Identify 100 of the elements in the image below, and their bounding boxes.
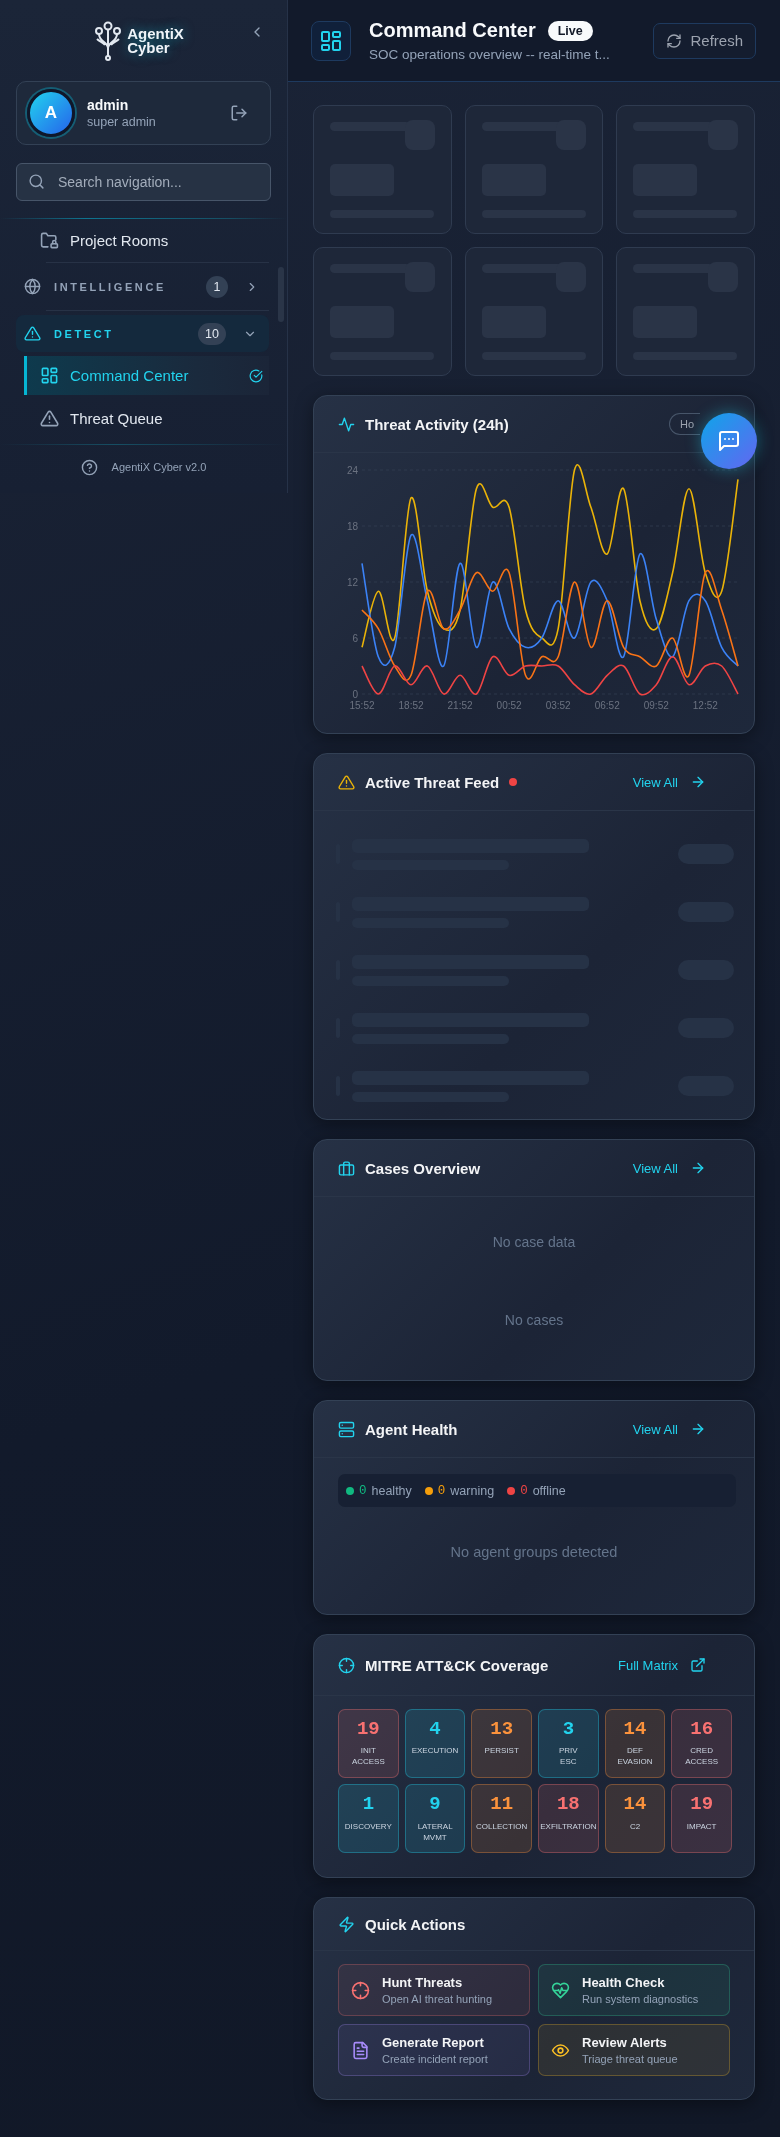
- tactic-tile[interactable]: 11 COLLECTION: [471, 1784, 532, 1853]
- tactic-label: EXFILTRATION: [540, 1821, 597, 1832]
- quick-action-button[interactable]: Health Check Run system diagnostics: [538, 1964, 730, 2016]
- tactic-count: 3: [562, 1718, 575, 1740]
- help-icon: [80, 458, 98, 476]
- axis-tick-label: 15:52: [349, 700, 375, 711]
- activity-icon: [338, 415, 355, 433]
- axis-tick-label: 03:52: [545, 700, 571, 711]
- view-all-link[interactable]: View All: [632, 1158, 730, 1178]
- card-title: Threat Activity (24h): [365, 415, 509, 433]
- chat-icon: [717, 429, 741, 453]
- card-title: Agent Health: [365, 1420, 458, 1438]
- tactic-label: INIT ACCESS: [351, 1745, 385, 1767]
- logo-text: AgentiX Cyber: [127, 26, 184, 55]
- axis-tick-label: 18: [346, 521, 358, 532]
- heart-pulse-icon: [551, 1980, 570, 2000]
- user-role: super admin: [87, 115, 156, 129]
- tactic-label: EXECUTION: [411, 1745, 459, 1756]
- view-all-link[interactable]: View All: [632, 1419, 730, 1439]
- quick-action-button[interactable]: Review Alerts Triage threat queue: [538, 2024, 730, 2076]
- warning-icon: [338, 773, 355, 791]
- tactic-label: LATERAL MVMT: [417, 1821, 453, 1843]
- status-label: healthy: [371, 1483, 412, 1498]
- tactic-count: 4: [429, 1718, 441, 1740]
- briefcase-icon: [338, 1159, 355, 1177]
- empty-message: No agent groups detected: [450, 1544, 618, 1560]
- axis-tick-label: 18:52: [398, 700, 424, 711]
- globe-icon: [24, 278, 41, 295]
- count-badge: 10: [198, 322, 226, 345]
- logout-icon[interactable]: [230, 104, 248, 122]
- axis-tick-label: 00:52: [496, 700, 522, 711]
- view-all-link[interactable]: View All: [632, 772, 730, 792]
- refresh-button[interactable]: Refresh: [653, 22, 756, 59]
- tactic-tile[interactable]: 4 EXECUTION: [404, 1709, 466, 1778]
- count-badge: 1: [206, 275, 228, 298]
- tactic-tile[interactable]: 14 DEF EVASION: [604, 1709, 666, 1778]
- axis-tick-label: 12: [346, 577, 358, 588]
- axis-tick-label: 24: [346, 465, 358, 476]
- tactic-tile[interactable]: 16 CRED ACCESS: [671, 1709, 732, 1778]
- check-circle-icon: [249, 368, 263, 383]
- arrow-icon: [690, 774, 706, 790]
- tactic-label: PERSIST: [484, 1745, 519, 1756]
- tactic-count: 9: [429, 1793, 441, 1815]
- tactic-tile[interactable]: 19 IMPACT: [671, 1784, 732, 1853]
- server-icon: [338, 1420, 355, 1438]
- nav-section[interactable]: INTELLIGENCE 1: [0, 263, 271, 310]
- crosshair-icon: [338, 1656, 355, 1674]
- tactic-label: IMPACT: [686, 1821, 717, 1832]
- full-matrix-link[interactable]: Full Matrix: [618, 1655, 730, 1675]
- tactic-label: CRED ACCESS: [685, 1745, 719, 1767]
- page-title: Command Center: [369, 19, 536, 42]
- tactic-label: DISCOVERY: [344, 1821, 392, 1832]
- tactic-count: 19: [356, 1718, 380, 1740]
- nav-item[interactable]: Threat Queue: [24, 399, 269, 438]
- dashboard-icon: [319, 28, 343, 53]
- lightning-icon: [338, 1915, 355, 1933]
- quick-action-button[interactable]: Hunt Threats Open AI threat hunting: [338, 1964, 530, 2016]
- tactic-tile[interactable]: 14 C2: [604, 1784, 666, 1853]
- axis-tick-label: 09:52: [643, 700, 669, 711]
- status-count: 0: [359, 1483, 367, 1498]
- empty-message: No cases: [504, 1312, 564, 1328]
- tactic-count: 16: [690, 1718, 714, 1740]
- tactic-tile[interactable]: 9 LATERAL MVMT: [404, 1784, 466, 1853]
- nav-item[interactable]: Project Rooms: [0, 219, 287, 262]
- axis-tick-label: 12:52: [692, 700, 718, 711]
- tactic-label: C2: [629, 1821, 641, 1832]
- refresh-icon: [666, 32, 683, 49]
- search-field[interactable]: Search navigation...: [16, 163, 271, 201]
- tactic-tile[interactable]: 1 DISCOVERY: [338, 1784, 399, 1853]
- page-subtitle: SOC operations overview -- real-time t...: [369, 47, 610, 62]
- tactic-label: DEF EVASION: [617, 1745, 653, 1767]
- quick-action-button[interactable]: Generate Report Create incident report: [338, 2024, 530, 2076]
- nav-item[interactable]: Command Center: [24, 356, 269, 395]
- status-count: 0: [520, 1483, 528, 1498]
- avatar: A: [27, 89, 75, 137]
- tactic-tile[interactable]: 13 PERSIST: [471, 1709, 532, 1778]
- axis-tick-label: 06:52: [594, 700, 620, 711]
- tactic-count: 19: [690, 1793, 714, 1815]
- version-text: AgentiX Cyber v2.0: [111, 461, 207, 473]
- status-label: warning: [450, 1483, 495, 1498]
- status-label: offline: [532, 1483, 566, 1498]
- empty-message: No case data: [492, 1234, 576, 1250]
- external-link-icon: [690, 1657, 706, 1673]
- tactic-count: 18: [556, 1793, 580, 1815]
- tactic-count: 1: [362, 1793, 375, 1815]
- user-name: admin: [87, 97, 130, 113]
- tactic-label: PRIV ESC: [559, 1745, 578, 1767]
- section-label: INTELLIGENCE: [54, 280, 166, 293]
- tactic-tile[interactable]: 3 PRIV ESC: [538, 1709, 599, 1778]
- tactic-tile[interactable]: 19 INIT ACCESS: [338, 1709, 399, 1778]
- axis-tick-label: 21:52: [447, 700, 473, 711]
- tactic-count: 14: [623, 1718, 647, 1740]
- axis-tick-label: 6: [352, 633, 358, 644]
- axis-tick-label: 0: [352, 689, 358, 700]
- folder-icon: [40, 231, 59, 250]
- tactic-tile[interactable]: 18 EXFILTRATION: [538, 1784, 599, 1853]
- nav-section[interactable]: DETECT 10: [16, 315, 269, 352]
- warning-icon: [40, 409, 59, 428]
- card-title: Quick Actions: [365, 1915, 466, 1933]
- dashboard-icon: [40, 366, 59, 385]
